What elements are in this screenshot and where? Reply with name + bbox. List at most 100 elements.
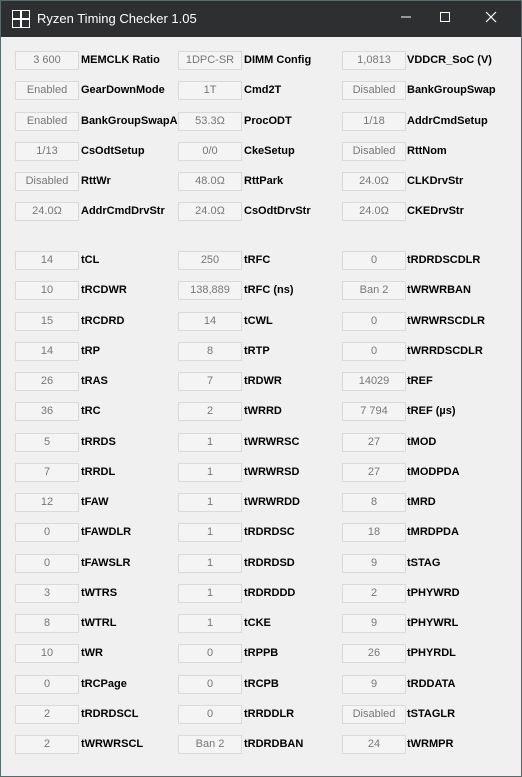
setting-value-field[interactable]: 0 [342,342,406,361]
setting-label: tWRWRSCDLR [407,315,486,327]
setting-value-field[interactable]: 0 [178,675,242,694]
setting-value-field[interactable]: 9 [342,614,406,633]
setting-value-field[interactable]: Enabled [15,81,79,100]
setting-value-field[interactable]: 0/0 [178,142,242,161]
timing-row: 10 tRCDWR 138,889 tRFC (ns) Ban 2 tWRWRBAN [1,281,521,300]
setting-value-field[interactable]: 3 600 [15,51,79,70]
setting-value-field[interactable]: 0 [178,705,242,724]
setting-label: tWRWRSCL [81,738,144,750]
setting-value-field[interactable]: 0 [178,644,242,663]
setting-value-field[interactable]: 18 [342,523,406,542]
setting-value-field[interactable]: 2 [15,735,79,754]
setting-value-field[interactable]: 8 [342,493,406,512]
setting-value-field[interactable]: 1/13 [15,142,79,161]
setting-value-field[interactable]: 48.0Ω [178,172,242,191]
setting-value-field[interactable]: 0 [15,554,79,573]
setting-value-field[interactable]: 1/18 [342,112,406,131]
setting-value-field[interactable]: 14029 [342,372,406,391]
setting-value-field[interactable]: Enabled [15,112,79,131]
setting-label: tRRDS [81,436,116,448]
setting-value-field[interactable]: 12 [15,493,79,512]
setting-label: tRDRDSD [244,557,295,569]
setting-value-field[interactable]: 2 [342,584,406,603]
setting-value-field[interactable]: 14 [15,342,79,361]
setting-value-field[interactable]: 5 [15,433,79,452]
close-button[interactable] [468,1,514,37]
setting-label: tRDRDSC [244,526,295,538]
timing-row: 26 tRAS 7 tRDWR 14029 tREF [1,372,521,391]
setting-label: tMRD [407,496,436,508]
setting-value-field[interactable]: 1 [178,493,242,512]
setting-value-field[interactable]: 7 [15,463,79,482]
setting-label: tWRWRSD [244,466,300,478]
setting-value-field[interactable]: 1 [178,584,242,603]
setting-label: tRFC [244,254,271,266]
setting-value-field[interactable]: 8 [178,342,242,361]
setting-value-field[interactable]: 7 794 [342,402,406,421]
setting-label: tWTRL [81,617,117,629]
setting-value-field[interactable]: 15 [15,312,79,331]
setting-value-field[interactable]: 10 [15,281,79,300]
setting-value-field[interactable]: 24.0Ω [15,202,79,221]
setting-label: RttWr [81,175,111,187]
setting-label: tWR [81,647,103,659]
setting-value-field[interactable]: 1 [178,614,242,633]
setting-value-field[interactable]: Disabled [342,142,406,161]
setting-value-field[interactable]: Disabled [342,705,406,724]
setting-value-field[interactable]: Ban 2 [178,735,242,754]
app-window: Ryzen Timing Checker 1.05 3 600 MEMCLK Ra… [0,0,522,777]
setting-value-field[interactable]: 7 [178,372,242,391]
window-title: Ryzen Timing Checker 1.05 [37,11,197,26]
setting-value-field[interactable]: 0 [15,675,79,694]
setting-value-field[interactable]: Disabled [342,81,406,100]
setting-value-field[interactable]: 26 [342,644,406,663]
minimize-icon [400,10,412,28]
setting-value-field[interactable]: 1,0813 [342,51,406,70]
setting-label: tRCDWR [81,284,127,296]
ryzen-app-icon [12,10,30,28]
setting-value-field[interactable]: Ban 2 [342,281,406,300]
setting-value-field[interactable]: 14 [15,251,79,270]
setting-label: Cmd2T [244,84,282,96]
setting-label: tWRWRDD [244,496,301,508]
title-bar[interactable]: Ryzen Timing Checker 1.05 [1,1,521,37]
setting-value-field[interactable]: 9 [342,675,406,694]
maximize-button[interactable] [422,1,468,37]
setting-value-field[interactable]: 138,889 [178,281,242,300]
setting-value-field[interactable]: 27 [342,463,406,482]
setting-value-field[interactable]: 1 [178,433,242,452]
setting-value-field[interactable]: 24.0Ω [178,202,242,221]
setting-value-field[interactable]: 24.0Ω [342,202,406,221]
setting-value-field[interactable]: 14 [178,312,242,331]
setting-label: tWRRDSCDLR [407,345,483,357]
setting-value-field[interactable]: 9 [342,554,406,573]
setting-value-field[interactable]: 36 [15,402,79,421]
setting-value-field[interactable]: 1 [178,554,242,573]
setting-value-field[interactable]: 24 [342,735,406,754]
setting-value-field[interactable]: 2 [178,402,242,421]
setting-value-field[interactable]: 27 [342,433,406,452]
setting-label: tFAWDLR [81,526,132,538]
setting-value-field[interactable]: 26 [15,372,79,391]
setting-value-field[interactable]: 1 [178,463,242,482]
setting-value-field[interactable]: Disabled [15,172,79,191]
setting-value-field[interactable]: 24.0Ω [342,172,406,191]
setting-value-field[interactable]: 2 [15,705,79,724]
setting-value-field[interactable]: 0 [342,312,406,331]
setting-value-field[interactable]: 1 [178,523,242,542]
setting-value-field[interactable]: 1DPC-SR [178,51,242,70]
setting-label: tMRDPDA [407,526,459,538]
setting-value-field[interactable]: 0 [15,523,79,542]
setting-value-field[interactable]: 250 [178,251,242,270]
setting-value-field[interactable]: 1T [178,81,242,100]
setting-value-field[interactable]: 10 [15,644,79,663]
setting-value-field[interactable]: 53.3Ω [178,112,242,131]
setting-label: tSTAG [407,557,441,569]
setting-value-field[interactable]: 3 [15,584,79,603]
setting-label: tCWL [244,315,273,327]
config-row: 1/13 CsOdtSetup 0/0 CkeSetup Disabled RttNom [1,142,521,161]
setting-value-field[interactable]: 0 [342,251,406,270]
setting-value-field[interactable]: 8 [15,614,79,633]
timing-row: 36 tRC 2 tWRRD 7 794 tREF (µs) [1,402,521,421]
timing-row: 2 tRDRDSCL 0 tRRDDLR Disabled tSTAGLR [1,705,521,724]
